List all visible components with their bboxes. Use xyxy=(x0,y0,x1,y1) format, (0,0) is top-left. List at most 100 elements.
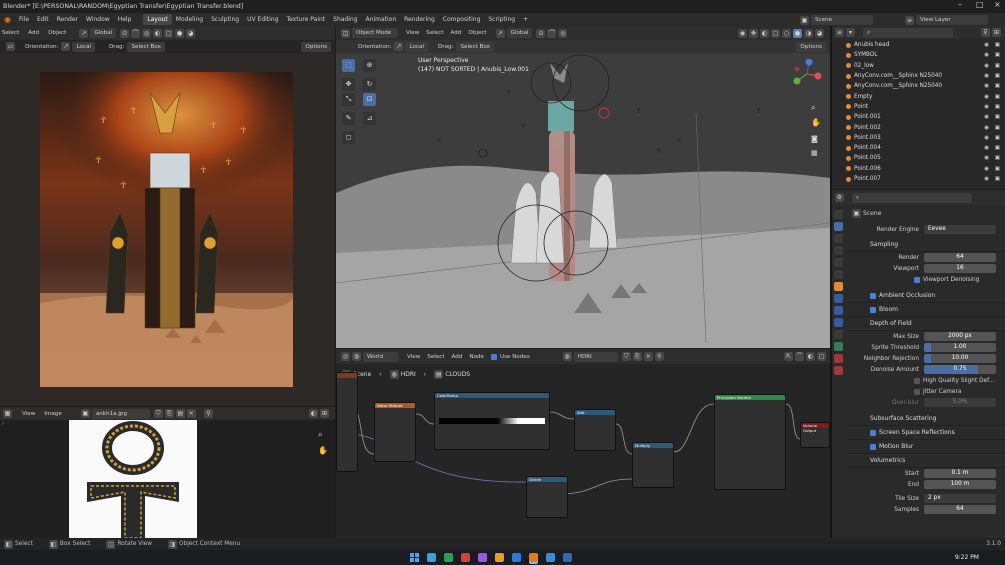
subsurface-panel[interactable]: Subsurface Scattering xyxy=(848,412,1005,426)
measure-tool-icon[interactable]: ⊿ xyxy=(363,112,376,125)
outliner-item[interactable]: Point.007 ◉ ▣ xyxy=(832,174,1005,184)
node-multiply[interactable]: Multiply xyxy=(632,442,674,488)
tab-uv-editing[interactable]: UV Editing xyxy=(243,14,282,25)
cursor-tool-icon[interactable]: ⊕ xyxy=(363,59,376,72)
viewport-menu-view[interactable]: View xyxy=(406,30,419,36)
visibility-toggle-icon[interactable]: ◉ ▣ xyxy=(984,83,1002,89)
scene-tab-icon[interactable] xyxy=(834,258,843,267)
sampling-viewport-field[interactable]: 16 xyxy=(924,264,996,273)
ambient-occlusion-panel[interactable]: Ambient Occlusion xyxy=(848,289,1005,303)
zoom-icon[interactable]: ⌕ xyxy=(318,430,322,440)
viewport-denoising-checkbox[interactable] xyxy=(914,276,920,283)
node-texture-coordinate[interactable] xyxy=(336,372,358,472)
editor-type-icon[interactable]: ▦ xyxy=(3,409,12,418)
outliner-item[interactable]: Point.002 ◉ ▣ xyxy=(832,122,1005,132)
transform-orientation-icon[interactable]: ↗ xyxy=(79,28,89,38)
display-channels-icon[interactable]: ◐ xyxy=(309,409,318,418)
outliner-item[interactable]: SYMBOL ◉ ▣ xyxy=(832,50,1005,60)
tab-scripting[interactable]: Scripting xyxy=(484,14,519,25)
properties-editor[interactable]: ▣ Scene Render Engine Eevee Sampling Ren… xyxy=(832,205,1005,538)
node-divide[interactable]: Divide xyxy=(526,476,568,518)
scale-tool-icon[interactable]: ⤡ xyxy=(342,93,355,106)
fake-user-icon[interactable]: ⛉ xyxy=(153,409,163,418)
taskbar-app-icon[interactable] xyxy=(563,553,572,562)
blender-logo-icon[interactable]: ◉ xyxy=(4,15,11,24)
node-volume-output[interactable]: Volume Output xyxy=(800,422,830,448)
start-icon[interactable] xyxy=(410,553,419,562)
properties-type-icon[interactable]: ⚙ xyxy=(835,193,844,202)
node-gizmo-icon[interactable]: ▢ xyxy=(817,352,826,361)
left-orientation-dropdown[interactable]: Local xyxy=(72,41,95,52)
node-principled-volume[interactable]: Principled Volume xyxy=(714,394,786,490)
use-nodes-checkbox[interactable] xyxy=(491,353,497,360)
minimize-icon[interactable]: – xyxy=(958,0,962,9)
dof-hq-checkbox[interactable] xyxy=(914,377,920,384)
outliner-search[interactable]: ⌕ xyxy=(863,27,953,38)
visibility-toggle-icon[interactable]: ◉ ▣ xyxy=(984,73,1002,79)
motion-blur-checkbox[interactable] xyxy=(870,443,876,450)
add-workspace-icon[interactable]: + xyxy=(519,14,532,25)
image-menu-view[interactable]: View xyxy=(22,411,35,417)
image-editor[interactable]: ⌕ ✋ › xyxy=(0,420,335,539)
viewport-rendered-icon[interactable]: ◕ xyxy=(815,28,824,38)
menu-help[interactable]: Help xyxy=(114,16,136,23)
xray-icon[interactable]: ▢ xyxy=(164,28,174,38)
add-cube-tool-icon[interactable]: ◻ xyxy=(342,131,355,144)
maximize-icon[interactable]: □ xyxy=(976,0,984,9)
left-transform-dropdown[interactable]: Global xyxy=(90,28,117,38)
viewport-gizmo-icon[interactable]: ✥ xyxy=(749,28,758,38)
outliner-item[interactable]: Point.003 ◉ ▣ xyxy=(832,133,1005,143)
scene-selector[interactable]: ▣ Scene xyxy=(800,15,877,25)
volumetrics-panel[interactable]: Volumetrics xyxy=(848,454,1005,468)
outliner-item[interactable]: AnyConv.com__Sphinx N25040 ◉ ▣ xyxy=(832,81,1005,91)
ssr-panel[interactable]: Screen Space Reflections xyxy=(848,426,1005,440)
snap-icon[interactable]: ⌒ xyxy=(131,28,141,38)
outliner-item[interactable]: Point.004 ◉ ▣ xyxy=(832,143,1005,153)
viewport-orientation-icon[interactable]: ↗ xyxy=(495,28,505,38)
shading-solid-icon[interactable]: ● xyxy=(175,28,185,38)
node-add[interactable]: Add xyxy=(574,409,616,451)
viewport-overlay-icon[interactable]: ◐ xyxy=(760,28,769,38)
ssr-checkbox[interactable] xyxy=(870,429,876,436)
vol-samples-field[interactable]: 64 xyxy=(924,505,996,514)
viewport-menu-select[interactable]: Select xyxy=(426,30,443,36)
pivot-icon[interactable]: ⊙ xyxy=(120,28,130,38)
dof-sprite-field[interactable]: 1.00 xyxy=(924,343,996,352)
outliner-item[interactable]: Anubis head ◉ ▣ xyxy=(832,40,1005,50)
vol-start-field[interactable]: 0.1 m xyxy=(924,469,996,478)
node-menu-select[interactable]: Select xyxy=(427,354,444,360)
node-colorramp[interactable]: ColorRamp xyxy=(434,392,550,450)
node-editor-type-icon[interactable]: ◎ xyxy=(341,352,350,361)
object-tab-icon[interactable] xyxy=(834,282,843,291)
modifier-tab-icon[interactable] xyxy=(834,294,843,303)
viewport-options-button[interactable]: Options xyxy=(796,41,826,52)
tool-icon[interactable]: ▭ xyxy=(6,42,15,51)
left-menu-select[interactable]: Select xyxy=(2,30,19,36)
dof-neighbor-field[interactable]: 10.00 xyxy=(924,354,996,363)
node-menu-add[interactable]: Add xyxy=(452,354,463,360)
move-tool-icon[interactable]: ✥ xyxy=(342,78,355,91)
world-dropdown[interactable]: World xyxy=(363,351,399,362)
taskbar-app-icon[interactable] xyxy=(495,553,504,562)
node-editor[interactable]: ▣ Scene › ◍ HDRI › ▤ CLOUDS Noise Textur… xyxy=(336,364,830,538)
constraints-tab-icon[interactable] xyxy=(834,330,843,339)
render-engine-dropdown[interactable]: Eevee xyxy=(924,225,996,234)
visibility-toggle-icon[interactable]: ◉ ▣ xyxy=(984,42,1002,48)
pin-icon[interactable]: ⚲ xyxy=(203,409,213,418)
render-preview[interactable]: ☥ ☥ ☥ ☥ ☥ ☥ ☥ ☥ xyxy=(0,53,335,406)
taskbar-app-icon[interactable] xyxy=(546,553,555,562)
sampling-render-field[interactable]: 64 xyxy=(924,253,996,262)
dof-overblur-field[interactable]: 5.0% xyxy=(924,398,996,407)
visibility-toggle-icon[interactable]: ◉ ▣ xyxy=(984,135,1002,141)
outliner-item[interactable]: Point.005 ◉ ▣ xyxy=(832,153,1005,163)
tab-modeling[interactable]: Modeling xyxy=(172,14,207,25)
viewport-solid-icon[interactable]: ● xyxy=(793,28,802,38)
data-tab-icon[interactable] xyxy=(834,342,843,351)
viewport-material-icon[interactable]: ◑ xyxy=(804,28,813,38)
taskbar-app-icon[interactable] xyxy=(478,553,487,562)
image-name-field[interactable]: ankh1a.jpg xyxy=(91,408,150,419)
visibility-toggle-icon[interactable]: ◉ ▣ xyxy=(984,104,1002,110)
world-copy-icon[interactable]: ⎘ xyxy=(632,352,642,361)
viewport-wire-icon[interactable]: ○ xyxy=(782,28,791,38)
viewport-snap-icon[interactable]: ⌒ xyxy=(547,28,557,38)
